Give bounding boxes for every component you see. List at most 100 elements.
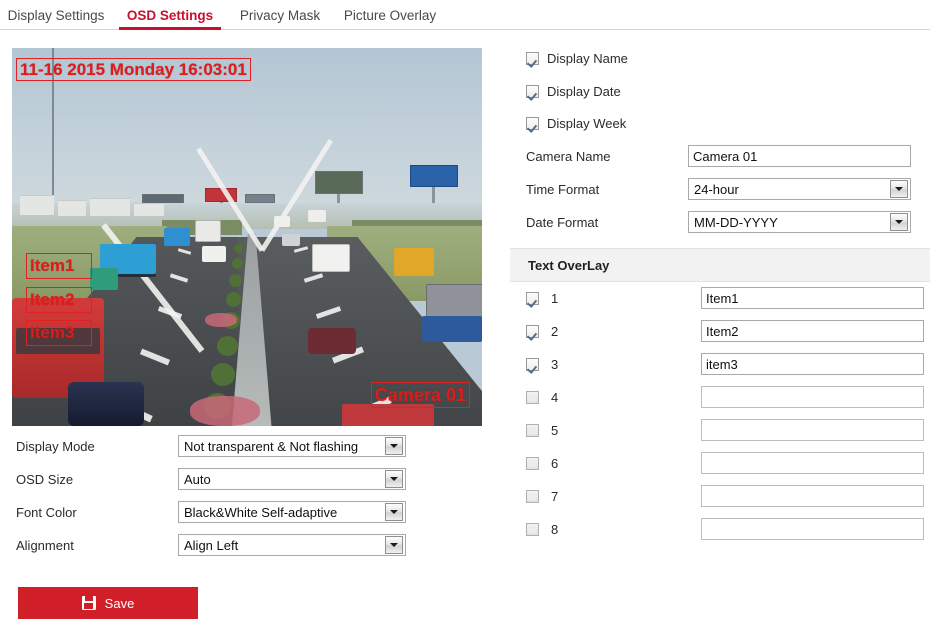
field-row-date-format: Date Format MM-DD-YYYY (526, 210, 911, 234)
text-overlay-checkbox-2[interactable] (526, 324, 539, 338)
vehicle-car-dark-red (308, 328, 356, 354)
field-row-time-format: Time Format 24-hour (526, 177, 911, 201)
settings-tab-bar: Display Settings OSD Settings Privacy Ma… (0, 0, 930, 30)
save-button[interactable]: Save (18, 587, 198, 619)
checkbox-row-display-week[interactable]: Display Week (526, 115, 626, 131)
text-overlay-checkbox-5[interactable] (526, 423, 539, 437)
checkbox-row-display-date[interactable]: Display Date (526, 83, 621, 99)
display-mode-value: Not transparent & Not flashing (184, 438, 359, 454)
time-format-value: 24-hour (694, 181, 739, 197)
field-row-camera-name: Camera Name Camera 01 (526, 144, 911, 168)
text-overlay-checkbox-1[interactable] (526, 291, 539, 305)
text-overlay-index-5: 5 (551, 422, 559, 438)
save-button-label: Save (104, 595, 135, 611)
text-overlay-input-5[interactable] (701, 419, 924, 441)
osd-text: Item1 (30, 256, 75, 275)
display-date-label: Display Date (547, 83, 621, 99)
date-format-select[interactable]: MM-DD-YYYY (688, 211, 911, 233)
distant-building (58, 200, 86, 216)
text-overlay-index-7: 7 (551, 488, 559, 504)
camera-name-input[interactable]: Camera 01 (688, 145, 911, 167)
vehicle-bus-white (195, 220, 221, 242)
field-row-font-color: Font Color Black&White Self-adaptive (16, 500, 416, 524)
text-overlay-row: 7 (526, 484, 924, 508)
hedge-shrub (217, 336, 238, 356)
vehicle-truck-blue-small (164, 228, 190, 246)
alignment-value: Align Left (184, 537, 239, 553)
osd-text-overlay-1[interactable]: Item1 (26, 253, 92, 279)
chevron-down-icon[interactable] (890, 213, 908, 231)
tab-osd-settings[interactable]: OSD Settings (118, 0, 222, 30)
vehicle-bus-white-right (312, 244, 350, 272)
text-overlay-row: 1 Item1 (526, 286, 930, 310)
text-overlay-index-2: 2 (551, 323, 559, 339)
distant-building (134, 203, 164, 216)
display-week-checkbox[interactable] (526, 116, 539, 130)
osd-text-overlay-2[interactable]: Item2 (26, 287, 92, 313)
time-format-select[interactable]: 24-hour (688, 178, 911, 200)
text-overlay-checkbox-8[interactable] (526, 522, 539, 536)
osd-datetime-overlay[interactable]: 11-16 2015 Monday 16:03:01 (16, 58, 251, 81)
text-overlay-input-2[interactable]: Item2 (701, 320, 924, 342)
text-overlay-section-title: Text OverLay (528, 257, 610, 273)
date-format-value: MM-DD-YYYY (694, 214, 778, 230)
text-overlay-section-header: Text OverLay (510, 248, 930, 282)
text-overlay-row: 4 (526, 385, 924, 409)
display-mode-select[interactable]: Not transparent & Not flashing (178, 435, 406, 457)
flower-bed (190, 396, 260, 426)
text-overlay-checkbox-6[interactable] (526, 456, 539, 470)
tab-display-settings[interactable]: Display Settings (4, 0, 108, 30)
distant-building (20, 195, 54, 215)
display-name-checkbox[interactable] (526, 51, 539, 65)
tab-label: Display Settings (7, 7, 105, 23)
text-overlay-row: 3 item3 (526, 352, 930, 376)
billboard-blue-right (410, 165, 458, 187)
text-overlay-index-1: 1 (551, 290, 559, 306)
date-format-label: Date Format (526, 214, 599, 230)
hedge-shrub (232, 258, 243, 269)
alignment-label: Alignment (16, 537, 74, 553)
font-color-value: Black&White Self-adaptive (184, 504, 338, 520)
vehicle-truck-yellow (394, 248, 434, 276)
display-week-label: Display Week (547, 115, 627, 131)
checkbox-row-display-name[interactable]: Display Name (526, 50, 628, 66)
text-overlay-checkbox-3[interactable] (526, 357, 539, 371)
osd-text-overlay-3[interactable]: Item3 (26, 320, 92, 346)
vehicle-truck-cab-green (90, 268, 118, 290)
text-overlay-row: 8 (526, 517, 924, 541)
chevron-down-icon[interactable] (385, 503, 403, 521)
vehicle-car-dark-blue (68, 382, 144, 426)
text-overlay-checkbox-7[interactable] (526, 489, 539, 503)
osd-camera-name-overlay[interactable]: Camera 01 (370, 382, 470, 408)
text-overlay-input-6[interactable] (701, 452, 924, 474)
text-overlay-input-3[interactable]: item3 (701, 353, 924, 375)
font-color-select[interactable]: Black&White Self-adaptive (178, 501, 406, 523)
text-overlay-input-7[interactable] (701, 485, 924, 507)
floppy-disk-icon (81, 596, 96, 610)
tab-label: OSD Settings (126, 7, 214, 23)
osd-size-select[interactable]: Auto (178, 468, 406, 490)
live-video-preview[interactable]: 11-16 2015 Monday 16:03:01 Item1 Item2 I… (12, 48, 482, 426)
osd-text: Item2 (30, 290, 75, 309)
vehicle-truck-white-far (308, 210, 326, 222)
chevron-down-icon[interactable] (385, 536, 403, 554)
chevron-down-icon[interactable] (890, 180, 908, 198)
chevron-down-icon[interactable] (385, 437, 403, 455)
text-overlay-input-8[interactable] (701, 518, 924, 540)
flower-bed (205, 313, 237, 327)
text-overlay-index-6: 6 (551, 455, 559, 471)
hedge-shrub (226, 292, 241, 307)
tab-picture-overlay[interactable]: Picture Overlay (336, 0, 444, 30)
display-date-checkbox[interactable] (526, 84, 539, 98)
chevron-down-icon[interactable] (385, 470, 403, 488)
text-overlay-input-4[interactable] (701, 386, 924, 408)
billboard-large-mid (315, 171, 363, 194)
text-overlay-checkbox-4[interactable] (526, 390, 539, 404)
text-overlay-input-1[interactable]: Item1 (701, 287, 924, 309)
tab-privacy-mask[interactable]: Privacy Mask (232, 0, 328, 30)
tab-label: Privacy Mask (239, 7, 321, 23)
text-overlay-value-2: Item2 (706, 323, 739, 339)
osd-settings-page: Display Settings OSD Settings Privacy Ma… (0, 0, 930, 624)
alignment-select[interactable]: Align Left (178, 534, 406, 556)
billboard-gantry (245, 194, 275, 203)
